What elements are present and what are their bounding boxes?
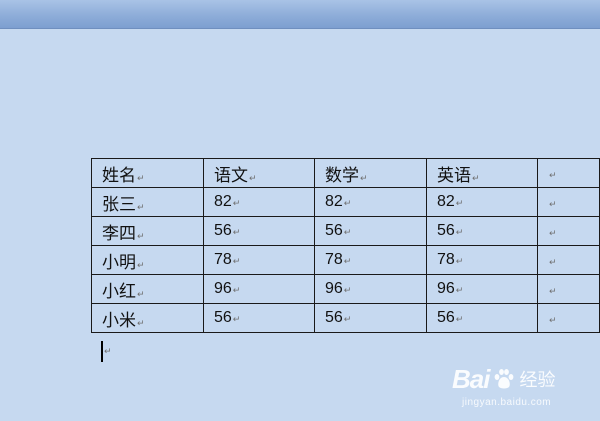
paragraph-mark: ↵: [455, 315, 464, 325]
table-cell[interactable]: 小红↵: [91, 274, 204, 304]
paragraph-mark: ↵: [455, 199, 464, 209]
paragraph-mark: ↵: [360, 173, 368, 184]
paragraph-mark: ↵: [232, 257, 241, 267]
table-header-row: 姓名↵ 语文↵ 数学↵ 英语↵ ↵: [91, 158, 600, 188]
table-cell[interactable]: ↵: [537, 274, 600, 304]
table-cell[interactable]: ↵: [537, 187, 600, 217]
data-table[interactable]: 姓名↵ 语文↵ 数学↵ 英语↵ ↵ 张三↵ 82↵ 82↵ 82↵ ↵ 李四↵ …: [91, 158, 600, 333]
table-cell[interactable]: 78↵: [426, 245, 538, 275]
table-row: 小明↵ 78↵ 78↵ 78↵ ↵: [91, 245, 600, 275]
paragraph-mark: ↵: [343, 257, 352, 267]
title-bar: [0, 0, 600, 29]
table-cell[interactable]: 56↵: [203, 303, 315, 333]
document-area[interactable]: 姓名↵ 语文↵ 数学↵ 英语↵ ↵ 张三↵ 82↵ 82↵ 82↵ ↵ 李四↵ …: [0, 29, 600, 408]
table-cell[interactable]: 78↵: [203, 245, 315, 275]
table-cell[interactable]: 82↵: [203, 187, 315, 217]
table-cell[interactable]: 李四↵: [91, 216, 204, 246]
table-cell[interactable]: ↵: [537, 158, 600, 188]
table-cell[interactable]: 小明↵: [91, 245, 204, 275]
paragraph-mark: ↵: [249, 173, 257, 184]
table-cell[interactable]: 78↵: [314, 245, 427, 275]
table-cell[interactable]: 语文↵: [203, 158, 315, 188]
paragraph-mark: ↵: [549, 316, 557, 326]
watermark: Bai 经验 jingyan.baidu.com: [452, 361, 592, 421]
table-row: 张三↵ 82↵ 82↵ 82↵ ↵: [91, 187, 600, 217]
paragraph-mark: ↵: [343, 286, 352, 296]
paragraph-mark: ↵: [137, 318, 145, 329]
paragraph-mark: ↵: [549, 258, 557, 268]
table-cell[interactable]: 82↵: [426, 187, 538, 217]
table-cell[interactable]: 96↵: [314, 274, 427, 304]
table-cell[interactable]: 姓名↵: [91, 158, 204, 188]
paragraph-mark: ↵: [137, 260, 145, 271]
paragraph-mark: ↵: [343, 315, 352, 325]
table-row: 李四↵ 56↵ 56↵ 56↵ ↵: [91, 216, 600, 246]
watermark-logo: Bai 经验: [452, 361, 592, 397]
paragraph-mark: ↵: [343, 228, 352, 238]
table-cell[interactable]: ↵: [537, 303, 600, 333]
paragraph-mark: ↵: [137, 289, 145, 300]
paragraph-mark: ↵: [137, 231, 145, 242]
table-cell[interactable]: ↵: [537, 245, 600, 275]
table-cell[interactable]: 56↵: [426, 303, 538, 333]
table-cell[interactable]: 56↵: [314, 303, 427, 333]
table-cell[interactable]: 小米↵: [91, 303, 204, 333]
paragraph-mark: ↵: [549, 171, 557, 181]
table-row: 小米↵ 56↵ 56↵ 56↵ ↵: [91, 303, 600, 333]
paragraph-mark: ↵: [455, 228, 464, 238]
text-cursor: [101, 341, 103, 362]
table-row: 小红↵ 96↵ 96↵ 96↵ ↵: [91, 274, 600, 304]
watermark-product: 经验: [519, 370, 556, 391]
paragraph-mark: ↵: [549, 287, 557, 297]
table-cell[interactable]: 英语↵: [426, 158, 538, 188]
paragraph-mark: ↵: [137, 173, 145, 184]
table-cell[interactable]: 56↵: [426, 216, 538, 246]
paragraph-mark: ↵: [549, 229, 557, 239]
paw-icon: [495, 369, 514, 389]
paragraph-mark: ↵: [455, 257, 464, 267]
paragraph-mark: ↵: [104, 347, 112, 357]
paragraph-mark: ↵: [137, 202, 145, 213]
paragraph-mark: ↵: [549, 200, 557, 210]
paragraph-mark: ↵: [232, 286, 241, 296]
table-cell[interactable]: 56↵: [314, 216, 427, 246]
paragraph-mark: ↵: [232, 199, 241, 209]
paragraph-mark: ↵: [232, 315, 241, 325]
table-cell[interactable]: 96↵: [426, 274, 538, 304]
watermark-url: jingyan.baidu.com: [462, 397, 552, 408]
paragraph-mark: ↵: [343, 199, 352, 209]
table-cell[interactable]: 数学↵: [314, 158, 427, 188]
table-cell[interactable]: 82↵: [314, 187, 427, 217]
table-cell[interactable]: ↵: [537, 216, 600, 246]
paragraph-mark: ↵: [472, 173, 480, 184]
paragraph-mark: ↵: [455, 286, 464, 296]
watermark-brand: Bai: [452, 363, 490, 394]
table-cell[interactable]: 96↵: [203, 274, 315, 304]
paragraph-mark: ↵: [232, 228, 241, 238]
table-cell[interactable]: 张三↵: [91, 187, 204, 217]
table-cell[interactable]: 56↵: [203, 216, 315, 246]
